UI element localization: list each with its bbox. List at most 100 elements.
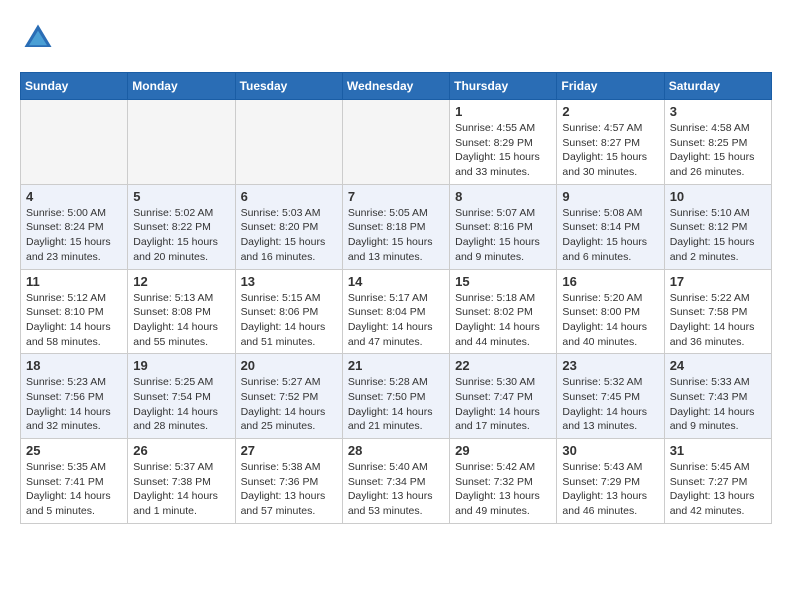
sunrise-label: Sunrise: 5:05 AM [348, 207, 428, 219]
sunset-label: Sunset: 7:50 PM [348, 391, 426, 403]
daylight-label: Daylight: 14 hours and 1 minute. [133, 490, 218, 517]
day-info: Sunrise: 5:28 AM Sunset: 7:50 PM Dayligh… [348, 375, 444, 434]
sunset-label: Sunset: 8:25 PM [670, 137, 748, 149]
sunset-label: Sunset: 7:43 PM [670, 391, 748, 403]
sunrise-label: Sunrise: 5:32 AM [562, 376, 642, 388]
page-header [20, 20, 772, 56]
day-cell: 31 Sunrise: 5:45 AM Sunset: 7:27 PM Dayl… [664, 439, 771, 524]
sunset-label: Sunset: 7:36 PM [241, 476, 319, 488]
sunset-label: Sunset: 8:02 PM [455, 306, 533, 318]
day-number: 12 [133, 274, 229, 289]
day-info: Sunrise: 5:37 AM Sunset: 7:38 PM Dayligh… [133, 460, 229, 519]
sunrise-label: Sunrise: 5:43 AM [562, 461, 642, 473]
day-number: 28 [348, 443, 444, 458]
day-cell: 28 Sunrise: 5:40 AM Sunset: 7:34 PM Dayl… [342, 439, 449, 524]
weekday-header: Thursday [450, 73, 557, 100]
day-info: Sunrise: 5:40 AM Sunset: 7:34 PM Dayligh… [348, 460, 444, 519]
sunrise-label: Sunrise: 5:38 AM [241, 461, 321, 473]
weekday-header: Tuesday [235, 73, 342, 100]
daylight-label: Daylight: 15 hours and 20 minutes. [133, 236, 218, 263]
day-info: Sunrise: 5:12 AM Sunset: 8:10 PM Dayligh… [26, 291, 122, 350]
sunrise-label: Sunrise: 5:12 AM [26, 292, 106, 304]
day-info: Sunrise: 5:07 AM Sunset: 8:16 PM Dayligh… [455, 206, 551, 265]
weekday-header-row: SundayMondayTuesdayWednesdayThursdayFrid… [21, 73, 772, 100]
sunset-label: Sunset: 7:56 PM [26, 391, 104, 403]
sunrise-label: Sunrise: 5:28 AM [348, 376, 428, 388]
daylight-label: Daylight: 14 hours and 36 minutes. [670, 321, 755, 348]
day-number: 10 [670, 189, 766, 204]
day-number: 20 [241, 358, 337, 373]
daylight-label: Daylight: 13 hours and 57 minutes. [241, 490, 326, 517]
daylight-label: Daylight: 15 hours and 30 minutes. [562, 151, 647, 178]
day-number: 4 [26, 189, 122, 204]
day-number: 23 [562, 358, 658, 373]
sunset-label: Sunset: 7:34 PM [348, 476, 426, 488]
week-row: 25 Sunrise: 5:35 AM Sunset: 7:41 PM Dayl… [21, 439, 772, 524]
day-cell: 24 Sunrise: 5:33 AM Sunset: 7:43 PM Dayl… [664, 354, 771, 439]
sunrise-label: Sunrise: 5:33 AM [670, 376, 750, 388]
sunset-label: Sunset: 7:58 PM [670, 306, 748, 318]
daylight-label: Daylight: 14 hours and 47 minutes. [348, 321, 433, 348]
day-number: 1 [455, 104, 551, 119]
day-info: Sunrise: 5:15 AM Sunset: 8:06 PM Dayligh… [241, 291, 337, 350]
sunset-label: Sunset: 7:38 PM [133, 476, 211, 488]
day-info: Sunrise: 5:08 AM Sunset: 8:14 PM Dayligh… [562, 206, 658, 265]
day-number: 5 [133, 189, 229, 204]
day-number: 8 [455, 189, 551, 204]
sunset-label: Sunset: 7:45 PM [562, 391, 640, 403]
empty-cell [128, 100, 235, 185]
day-info: Sunrise: 5:42 AM Sunset: 7:32 PM Dayligh… [455, 460, 551, 519]
daylight-label: Daylight: 14 hours and 40 minutes. [562, 321, 647, 348]
day-cell: 8 Sunrise: 5:07 AM Sunset: 8:16 PM Dayli… [450, 184, 557, 269]
day-cell: 3 Sunrise: 4:58 AM Sunset: 8:25 PM Dayli… [664, 100, 771, 185]
logo-icon [20, 20, 56, 56]
daylight-label: Daylight: 14 hours and 51 minutes. [241, 321, 326, 348]
day-info: Sunrise: 5:32 AM Sunset: 7:45 PM Dayligh… [562, 375, 658, 434]
weekday-header: Wednesday [342, 73, 449, 100]
sunrise-label: Sunrise: 5:37 AM [133, 461, 213, 473]
day-cell: 14 Sunrise: 5:17 AM Sunset: 8:04 PM Dayl… [342, 269, 449, 354]
sunrise-label: Sunrise: 4:57 AM [562, 122, 642, 134]
day-cell: 20 Sunrise: 5:27 AM Sunset: 7:52 PM Dayl… [235, 354, 342, 439]
day-info: Sunrise: 5:43 AM Sunset: 7:29 PM Dayligh… [562, 460, 658, 519]
sunrise-label: Sunrise: 5:10 AM [670, 207, 750, 219]
day-number: 7 [348, 189, 444, 204]
sunrise-label: Sunrise: 5:45 AM [670, 461, 750, 473]
day-number: 21 [348, 358, 444, 373]
daylight-label: Daylight: 14 hours and 25 minutes. [241, 406, 326, 433]
sunrise-label: Sunrise: 5:35 AM [26, 461, 106, 473]
daylight-label: Daylight: 13 hours and 46 minutes. [562, 490, 647, 517]
day-cell: 12 Sunrise: 5:13 AM Sunset: 8:08 PM Dayl… [128, 269, 235, 354]
sunset-label: Sunset: 8:29 PM [455, 137, 533, 149]
sunrise-label: Sunrise: 5:00 AM [26, 207, 106, 219]
day-info: Sunrise: 5:20 AM Sunset: 8:00 PM Dayligh… [562, 291, 658, 350]
day-info: Sunrise: 4:55 AM Sunset: 8:29 PM Dayligh… [455, 121, 551, 180]
empty-cell [21, 100, 128, 185]
sunrise-label: Sunrise: 4:55 AM [455, 122, 535, 134]
sunset-label: Sunset: 7:27 PM [670, 476, 748, 488]
day-cell: 22 Sunrise: 5:30 AM Sunset: 7:47 PM Dayl… [450, 354, 557, 439]
day-number: 27 [241, 443, 337, 458]
sunset-label: Sunset: 7:47 PM [455, 391, 533, 403]
day-info: Sunrise: 5:45 AM Sunset: 7:27 PM Dayligh… [670, 460, 766, 519]
day-number: 2 [562, 104, 658, 119]
day-info: Sunrise: 5:00 AM Sunset: 8:24 PM Dayligh… [26, 206, 122, 265]
sunrise-label: Sunrise: 5:27 AM [241, 376, 321, 388]
day-info: Sunrise: 5:17 AM Sunset: 8:04 PM Dayligh… [348, 291, 444, 350]
weekday-header: Monday [128, 73, 235, 100]
sunset-label: Sunset: 8:18 PM [348, 221, 426, 233]
daylight-label: Daylight: 15 hours and 23 minutes. [26, 236, 111, 263]
weekday-header: Saturday [664, 73, 771, 100]
day-cell: 5 Sunrise: 5:02 AM Sunset: 8:22 PM Dayli… [128, 184, 235, 269]
week-row: 4 Sunrise: 5:00 AM Sunset: 8:24 PM Dayli… [21, 184, 772, 269]
day-cell: 10 Sunrise: 5:10 AM Sunset: 8:12 PM Dayl… [664, 184, 771, 269]
daylight-label: Daylight: 15 hours and 6 minutes. [562, 236, 647, 263]
day-info: Sunrise: 5:03 AM Sunset: 8:20 PM Dayligh… [241, 206, 337, 265]
day-number: 15 [455, 274, 551, 289]
day-number: 6 [241, 189, 337, 204]
sunset-label: Sunset: 7:32 PM [455, 476, 533, 488]
day-number: 17 [670, 274, 766, 289]
daylight-label: Daylight: 14 hours and 17 minutes. [455, 406, 540, 433]
day-cell: 1 Sunrise: 4:55 AM Sunset: 8:29 PM Dayli… [450, 100, 557, 185]
sunset-label: Sunset: 8:16 PM [455, 221, 533, 233]
